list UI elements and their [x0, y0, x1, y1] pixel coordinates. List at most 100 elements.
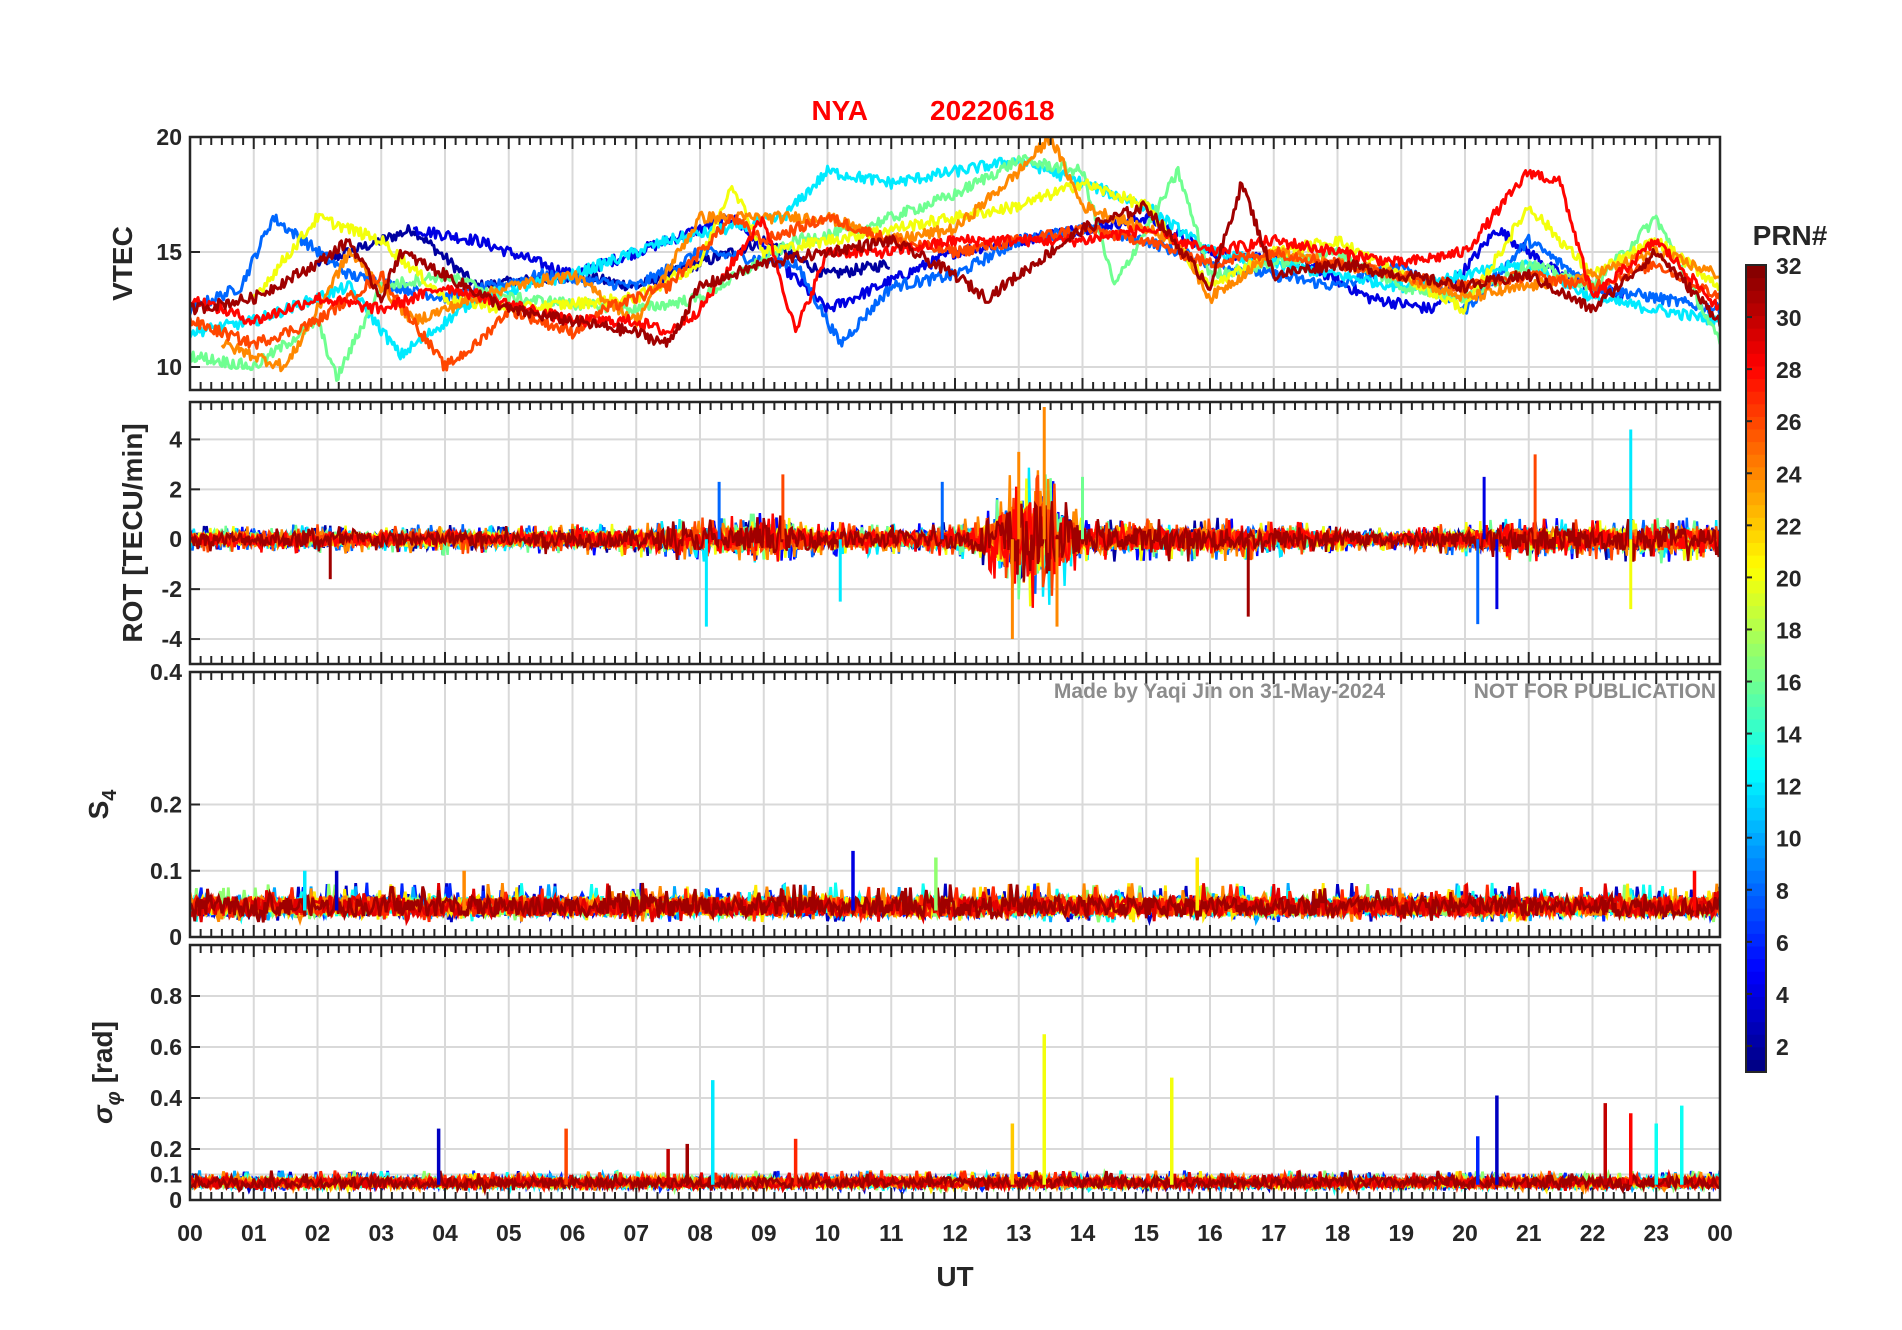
- colorbar-segment: [1746, 1059, 1766, 1073]
- x-tick-label: 19: [1388, 1220, 1414, 1246]
- colorbar-tick-label: 6: [1776, 930, 1789, 956]
- s4-y-axis-subscript: 4: [99, 789, 121, 801]
- x-tick-label: 16: [1197, 1220, 1223, 1246]
- y-tick-label: -2: [162, 576, 182, 602]
- colorbar-segment: [1746, 794, 1766, 808]
- colorbar-segment: [1746, 630, 1766, 644]
- x-tick-label: 00: [1707, 1220, 1733, 1246]
- y-tick-label: 0.4: [150, 659, 182, 685]
- colorbar-segment: [1746, 265, 1766, 279]
- x-tick-label: 21: [1516, 1220, 1542, 1246]
- y-tick-label: 0.8: [150, 983, 182, 1009]
- x-axis-label: UT: [936, 1261, 973, 1292]
- x-tick-label: 14: [1070, 1220, 1096, 1246]
- colorbar-tick-label: 32: [1776, 253, 1802, 279]
- x-tick-label: 11: [879, 1220, 904, 1246]
- colorbar-segment: [1746, 378, 1766, 392]
- x-tick-label: 08: [687, 1220, 713, 1246]
- colorbar-segment: [1746, 441, 1766, 455]
- watermark-author: Made by Yaqi Jin on 31-May-2024: [1054, 680, 1385, 703]
- colorbar-segment: [1746, 945, 1766, 960]
- colorbar-segment: [1746, 655, 1766, 670]
- colorbar-segment: [1746, 857, 1766, 871]
- colorbar-tick-label: 24: [1776, 461, 1802, 487]
- sigma-phi-panel: 00.10.2 0.4 0.6 0.8 σφ [rad]: [87, 943, 1722, 1213]
- colorbar-segment: [1746, 605, 1766, 619]
- colorbar-segment: [1746, 340, 1766, 354]
- y-tick-label: 0: [169, 924, 182, 950]
- colorbar-segment: [1746, 781, 1766, 796]
- colorbar-segment: [1746, 845, 1766, 859]
- colorbar-segment: [1746, 807, 1766, 821]
- colorbar-segment: [1746, 744, 1766, 758]
- rot-panel: -4 -2 0 2 4 ROT [TECU/min]: [117, 400, 1722, 666]
- colorbar-segment: [1746, 870, 1766, 884]
- colorbar-tick-label: 28: [1776, 357, 1802, 383]
- colorbar-segment: [1746, 277, 1766, 291]
- x-tick-label: 18: [1325, 1220, 1351, 1246]
- colorbar-tick-label: 10: [1776, 826, 1802, 852]
- y-tick-label: 0.4: [150, 1085, 182, 1111]
- colorbar-segment: [1746, 454, 1766, 468]
- sigphi-unit: [rad]: [87, 1021, 118, 1083]
- x-tick-label: 15: [1133, 1220, 1159, 1246]
- colorbar-segment: [1746, 895, 1766, 909]
- colorbar-tick-label: 18: [1776, 617, 1802, 643]
- colorbar-segment: [1746, 908, 1766, 922]
- x-tick-label: 10: [815, 1220, 841, 1246]
- y-tick-label: 0.2: [150, 1136, 182, 1162]
- colorbar-tick-label: 14: [1776, 722, 1802, 748]
- colorbar-segment: [1746, 832, 1766, 846]
- colorbar-segment: [1746, 756, 1766, 770]
- colorbar-segment: [1746, 328, 1766, 342]
- colorbar-segment: [1746, 1008, 1766, 1023]
- x-axis: 00 01 02 03 04 05 06 07 08 09 10 11 12 13 14 15 16 17 18 19…: [177, 1220, 1733, 1246]
- colorbar-segment: [1746, 668, 1766, 682]
- y-tick-label: 0.6: [150, 1034, 182, 1060]
- y-tick-label: 15: [156, 239, 182, 265]
- colorbar-segment: [1746, 920, 1766, 934]
- chart-title-date: 20220618: [930, 95, 1055, 126]
- colorbar-segment: [1746, 479, 1766, 493]
- colorbar-segment: [1746, 504, 1766, 518]
- colorbar-segment: [1746, 542, 1766, 556]
- colorbar-tick-label: 16: [1776, 670, 1802, 696]
- colorbar-segment: [1746, 491, 1766, 506]
- x-tick-label: 07: [623, 1220, 649, 1246]
- colorbar-segment: [1746, 517, 1766, 531]
- colorbar-segment: [1746, 706, 1766, 720]
- colorbar-segment: [1746, 567, 1766, 581]
- colorbar-segment: [1746, 681, 1766, 695]
- colorbar-segment: [1746, 391, 1766, 405]
- chart-title-station: NYA: [811, 95, 868, 126]
- y-tick-label: 10: [156, 354, 182, 380]
- watermark-notice: NOT FOR PUBLICATION: [1474, 680, 1716, 703]
- colorbar-segment: [1746, 403, 1766, 417]
- prn-colorbar: 2468101214161820222426283032: [1745, 253, 1802, 1073]
- x-tick-label: 20: [1452, 1220, 1478, 1246]
- vtec-y-axis-label: VTEC: [107, 226, 138, 301]
- x-tick-label: 09: [751, 1220, 777, 1246]
- colorbar-segment: [1746, 580, 1766, 594]
- y-tick-label: 0: [169, 526, 182, 552]
- colorbar-tick-label: 8: [1776, 878, 1789, 904]
- colorbar-tick-label: 22: [1776, 513, 1802, 539]
- vtec-panel: 10 15 20 VTEC: [107, 124, 1722, 392]
- colorbar-segment: [1746, 983, 1766, 997]
- s4-y-axis-label: S4: [83, 789, 121, 820]
- ionosphere-figure: NYA 20220618 101520VTEC -4-2024ROT [TECU…: [83, 95, 1828, 1292]
- y-tick-label: 0.1: [150, 1162, 182, 1188]
- colorbar-segment: [1746, 718, 1766, 733]
- x-tick-label: 12: [942, 1220, 968, 1246]
- sigphi-y-axis-label: σφ [rad]: [87, 1021, 125, 1124]
- colorbar-segment: [1746, 819, 1766, 834]
- y-tick-label: 4: [169, 426, 182, 452]
- colorbar-title: PRN#: [1753, 220, 1828, 251]
- colorbar-segment: [1746, 592, 1766, 607]
- x-tick-label: 01: [241, 1220, 267, 1246]
- y-tick-label: 20: [156, 124, 182, 150]
- colorbar-tick-label: 26: [1776, 409, 1802, 435]
- colorbar-segment: [1746, 555, 1766, 569]
- y-tick-label: 0.1: [150, 858, 182, 884]
- colorbar-segment: [1746, 1046, 1766, 1060]
